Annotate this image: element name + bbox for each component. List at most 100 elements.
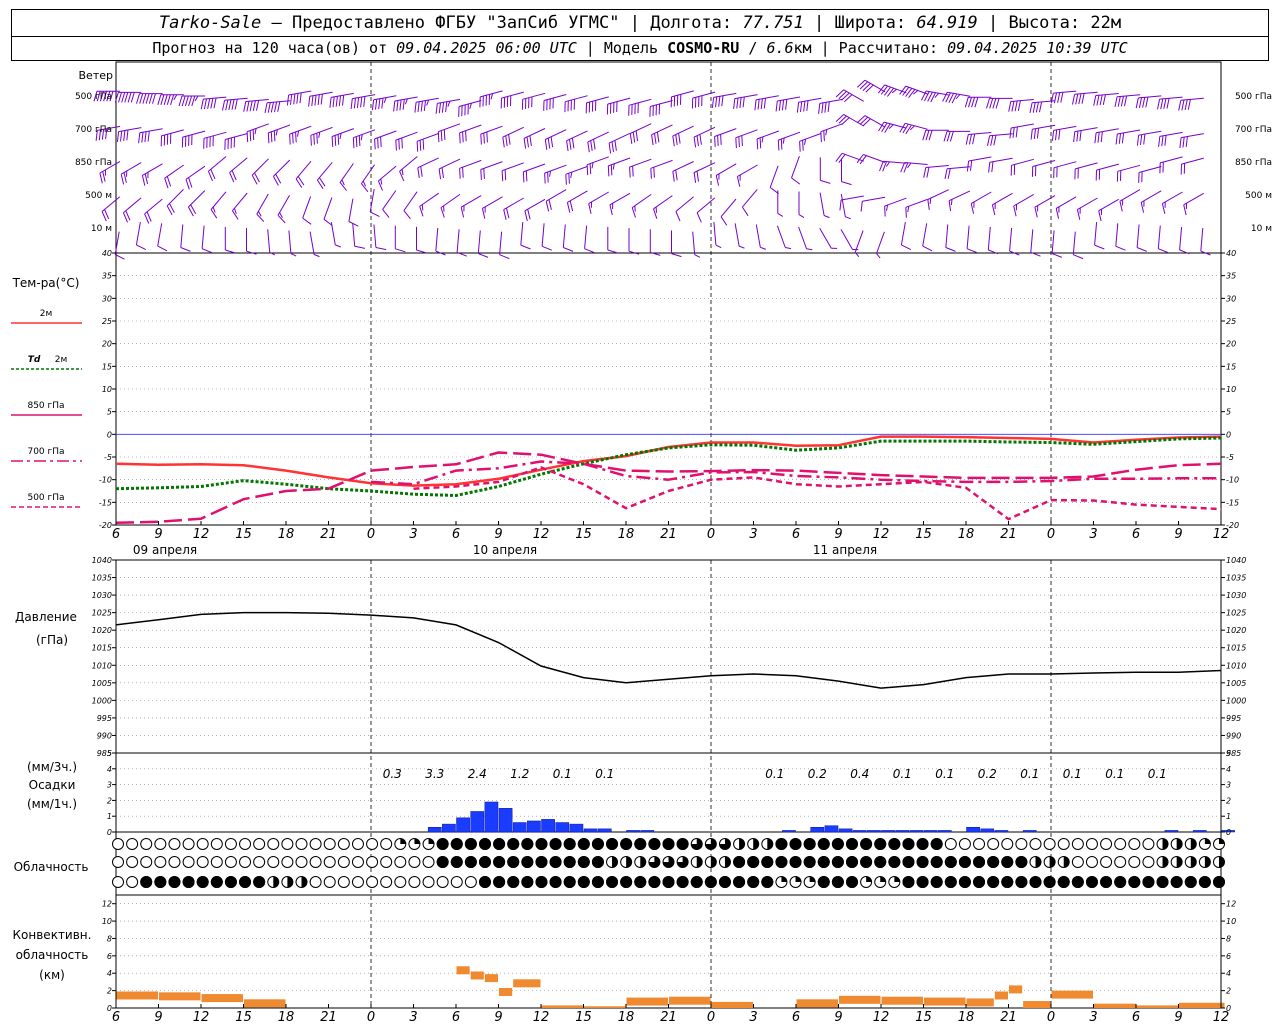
wind-barb-staff: [945, 224, 949, 248]
wind-barb-feather: [123, 172, 127, 183]
wind-barb-staff: [968, 132, 992, 135]
cloud-fill: [507, 876, 520, 888]
wind-barb-feather: [353, 98, 356, 109]
cloud-symbol: [1128, 838, 1141, 850]
wind-barb-staff: [201, 225, 205, 249]
wind-level-label: 500 м: [85, 191, 112, 201]
wind-barb-feather: [130, 92, 135, 103]
cloud-symbol: [450, 876, 463, 888]
wind-barb-feather: [841, 92, 850, 101]
cloud-fill: [1001, 856, 1014, 868]
temperature-lines: [115, 435, 1222, 524]
conv-bar: [201, 994, 243, 1003]
precip-tick-label: 3: [1226, 781, 1231, 790]
cloud-symbol: [380, 838, 393, 850]
cloud-fill: [817, 876, 830, 888]
wind-barb-feather: [200, 98, 204, 110]
wind-barb-feather: [136, 244, 147, 251]
wind-barb-feather: [127, 92, 132, 103]
wind-barb-feather: [584, 248, 595, 254]
conv-label-3: (км): [39, 968, 65, 982]
wind-barb-feather: [1079, 130, 1082, 141]
wind-barb-staff: [567, 190, 588, 203]
cloud-fill: [973, 856, 986, 868]
wind-barb-staff: [460, 195, 482, 208]
cloud-fill: [436, 856, 449, 868]
pressure-tick-label: 1010: [1226, 661, 1246, 670]
wind-barb-feather: [480, 169, 482, 180]
precip-bar: [498, 808, 513, 833]
wind-barb-feather: [1081, 93, 1085, 104]
wind-barb-staff: [1098, 198, 1119, 212]
wind-barb-staff: [562, 224, 566, 248]
wind-barb-feather: [735, 137, 737, 149]
wind-barb-feather: [862, 83, 871, 91]
cloud-fill: [1057, 876, 1070, 888]
cloud-fill: [747, 856, 760, 868]
wind-barb-feather: [754, 99, 757, 111]
wind-barb-feather: [720, 134, 722, 145]
cloud-fill: [888, 856, 901, 868]
wind-barb-staff: [317, 162, 333, 181]
precip-unit-1h: (мм/1ч.): [27, 797, 77, 811]
wind-barb-staff: [925, 165, 949, 168]
wind-barb-feather: [900, 162, 906, 173]
wind-barb-feather: [414, 102, 417, 113]
precip-3h-total: 0.1: [1020, 767, 1039, 781]
wind-barb-staff: [544, 164, 567, 174]
wind-barb-feather: [374, 138, 376, 150]
wind-barb-feather: [1039, 101, 1043, 113]
cloud-symbol: [351, 856, 364, 868]
cloud-symbol: [1142, 856, 1155, 868]
cloud-fill: [428, 838, 435, 844]
cloud-fill: [1190, 856, 1197, 868]
wind-barb-feather: [968, 134, 972, 145]
wind-barb-staff: [378, 165, 397, 182]
wind-barb-feather: [212, 206, 216, 213]
wind-barb-feather: [440, 130, 443, 142]
wind-barb-staff: [840, 193, 846, 217]
conv-bar: [584, 1006, 626, 1008]
wind-barb-staff: [502, 126, 524, 138]
cloud-symbol: [309, 876, 322, 888]
precip-3h-total: 0.1: [765, 767, 784, 781]
cloud-fill: [662, 838, 675, 850]
wind-barb-feather: [1119, 201, 1123, 212]
x-tick-label: 15: [235, 1010, 252, 1024]
wind-barb-staff: [348, 198, 354, 222]
cloud-fill: [1170, 876, 1183, 888]
wind-barb-staff: [438, 158, 461, 170]
wind-barb-feather: [741, 135, 743, 147]
cloud-symbol: [267, 838, 280, 850]
wind-barb-feather: [354, 245, 366, 249]
wind-barb-feather: [966, 248, 977, 254]
cloud-fill: [676, 876, 689, 888]
cloud-symbol: [944, 838, 957, 850]
wind-barb-feather: [1078, 93, 1082, 105]
wind-barb-feather: [569, 139, 572, 150]
wind-barb-feather: [1035, 102, 1039, 113]
wind-barb-feather: [693, 172, 697, 183]
x-tick-label: 18: [618, 527, 635, 542]
wind-barb-feather: [1030, 129, 1033, 140]
cloud-symbol: [323, 838, 336, 850]
wind-barb-feather: [1166, 98, 1170, 109]
cloud-symbol: [351, 838, 364, 850]
wind-barb-feather: [338, 95, 341, 107]
wind-barb-feather: [696, 212, 702, 223]
x-tick-label: 21: [660, 1010, 677, 1024]
wind-barb-feather: [277, 101, 281, 112]
wind-barb-feather: [377, 137, 379, 149]
cloud-fill: [634, 876, 647, 888]
cloud-fill: [182, 876, 195, 888]
wind-barb-staff: [523, 163, 546, 173]
x-tick-label: 21: [320, 1010, 337, 1024]
conv-bar: [1023, 1001, 1051, 1008]
wind-barb-feather: [166, 94, 171, 105]
wind-barb-feather: [796, 102, 800, 113]
wind-barb-feather: [922, 130, 927, 141]
cloud-fill: [493, 856, 506, 868]
wind-barb-feather: [968, 97, 972, 108]
cloud-symbol: [337, 838, 350, 850]
wind-barb-feather: [203, 98, 207, 110]
